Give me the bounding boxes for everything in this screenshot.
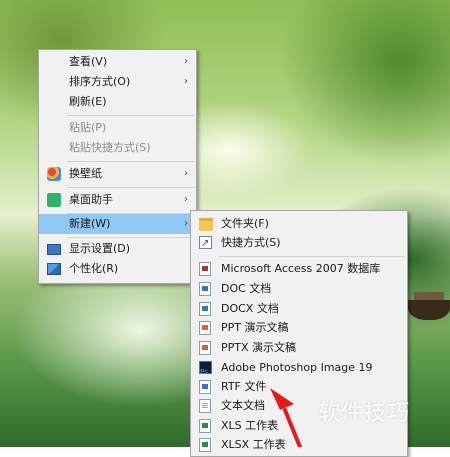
red-arrow-icon (270, 388, 302, 447)
watermark-text: 软件技巧 (318, 401, 411, 426)
